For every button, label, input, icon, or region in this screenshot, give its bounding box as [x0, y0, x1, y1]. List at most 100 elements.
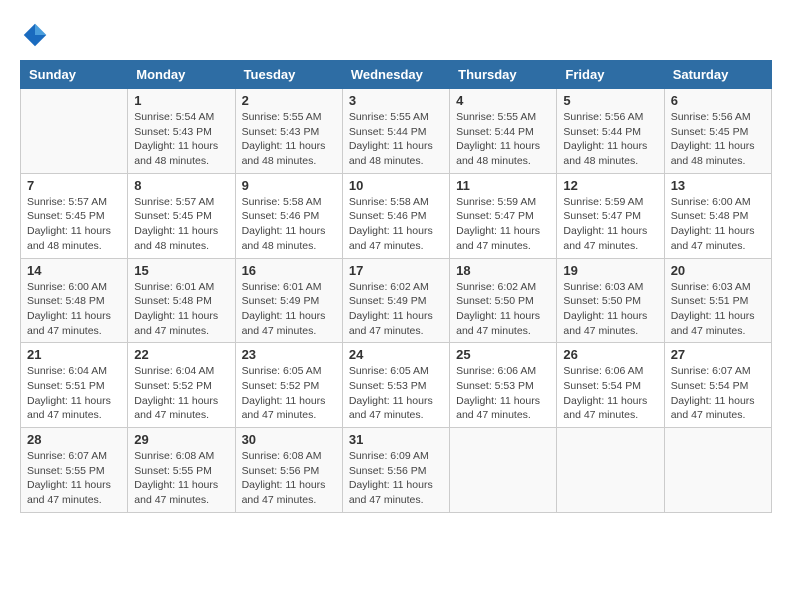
- calendar-cell: 22 Sunrise: 6:04 AM Sunset: 5:52 PM Dayli…: [128, 343, 235, 428]
- day-number: 3: [349, 93, 443, 108]
- calendar-cell: 31Sunrise: 6:09 AM Sunset: 5:56 PM Dayli…: [342, 428, 449, 513]
- day-number: 12: [563, 178, 657, 193]
- day-number: 31: [349, 432, 443, 447]
- day-number: 5: [563, 93, 657, 108]
- day-number: 17: [349, 263, 443, 278]
- day-number: 15: [134, 263, 228, 278]
- calendar-cell: 24Sunrise: 6:05 AM Sunset: 5:53 PM Dayli…: [342, 343, 449, 428]
- calendar-cell: 7 Sunrise: 5:57 AM Sunset: 5:45 PM Daylig…: [21, 173, 128, 258]
- day-info: Sunrise: 5:59 AM Sunset: 5:47 PM Dayligh…: [456, 195, 550, 254]
- day-number: 14: [27, 263, 121, 278]
- day-number: 2: [242, 93, 336, 108]
- calendar-cell: 8 Sunrise: 5:57 AM Sunset: 5:45 PM Daylig…: [128, 173, 235, 258]
- calendar-cell: 19 Sunrise: 6:03 AM Sunset: 5:50 PM Dayli…: [557, 258, 664, 343]
- day-info: Sunrise: 6:05 AM Sunset: 5:52 PM Dayligh…: [242, 364, 336, 423]
- calendar-cell: 26 Sunrise: 6:06 AM Sunset: 5:54 PM Dayli…: [557, 343, 664, 428]
- logo: [20, 20, 54, 50]
- calendar-cell: [664, 428, 771, 513]
- day-info: Sunrise: 5:55 AM Sunset: 5:43 PM Dayligh…: [242, 110, 336, 169]
- day-number: 19: [563, 263, 657, 278]
- day-header: Sunday: [21, 61, 128, 89]
- day-info: Sunrise: 6:04 AM Sunset: 5:51 PM Dayligh…: [27, 364, 121, 423]
- day-info: Sunrise: 6:01 AM Sunset: 5:49 PM Dayligh…: [242, 280, 336, 339]
- day-number: 24: [349, 347, 443, 362]
- calendar-cell: 29 Sunrise: 6:08 AM Sunset: 5:55 PM Dayli…: [128, 428, 235, 513]
- calendar-cell: 6 Sunrise: 5:56 AM Sunset: 5:45 PM Daylig…: [664, 89, 771, 174]
- day-info: Sunrise: 5:57 AM Sunset: 5:45 PM Dayligh…: [27, 195, 121, 254]
- day-info: Sunrise: 6:08 AM Sunset: 5:55 PM Dayligh…: [134, 449, 228, 508]
- day-number: 7: [27, 178, 121, 193]
- calendar-cell: 21 Sunrise: 6:04 AM Sunset: 5:51 PM Dayli…: [21, 343, 128, 428]
- day-info: Sunrise: 6:03 AM Sunset: 5:50 PM Dayligh…: [563, 280, 657, 339]
- calendar-cell: 30 Sunrise: 6:08 AM Sunset: 5:56 PM Dayli…: [235, 428, 342, 513]
- day-number: 29: [134, 432, 228, 447]
- day-number: 21: [27, 347, 121, 362]
- day-info: Sunrise: 6:06 AM Sunset: 5:54 PM Dayligh…: [563, 364, 657, 423]
- calendar-cell: 20Sunrise: 6:03 AM Sunset: 5:51 PM Dayli…: [664, 258, 771, 343]
- day-number: 22: [134, 347, 228, 362]
- day-header: Tuesday: [235, 61, 342, 89]
- page-header: [20, 20, 772, 50]
- calendar-cell: 18 Sunrise: 6:02 AM Sunset: 5:50 PM Dayli…: [450, 258, 557, 343]
- day-header: Saturday: [664, 61, 771, 89]
- calendar-week-row: 28 Sunrise: 6:07 AM Sunset: 5:55 PM Dayli…: [21, 428, 772, 513]
- day-info: Sunrise: 6:07 AM Sunset: 5:55 PM Dayligh…: [27, 449, 121, 508]
- day-number: 9: [242, 178, 336, 193]
- day-info: Sunrise: 6:04 AM Sunset: 5:52 PM Dayligh…: [134, 364, 228, 423]
- calendar-cell: [557, 428, 664, 513]
- day-info: Sunrise: 6:08 AM Sunset: 5:56 PM Dayligh…: [242, 449, 336, 508]
- day-info: Sunrise: 5:56 AM Sunset: 5:44 PM Dayligh…: [563, 110, 657, 169]
- day-number: 10: [349, 178, 443, 193]
- day-number: 18: [456, 263, 550, 278]
- calendar-cell: [21, 89, 128, 174]
- day-info: Sunrise: 6:00 AM Sunset: 5:48 PM Dayligh…: [671, 195, 765, 254]
- day-info: Sunrise: 6:02 AM Sunset: 5:49 PM Dayligh…: [349, 280, 443, 339]
- day-number: 1: [134, 93, 228, 108]
- calendar-cell: 3 Sunrise: 5:55 AM Sunset: 5:44 PM Daylig…: [342, 89, 449, 174]
- day-header: Monday: [128, 61, 235, 89]
- day-header: Thursday: [450, 61, 557, 89]
- day-number: 4: [456, 93, 550, 108]
- calendar-cell: 14 Sunrise: 6:00 AM Sunset: 5:48 PM Dayli…: [21, 258, 128, 343]
- day-number: 23: [242, 347, 336, 362]
- day-info: Sunrise: 5:56 AM Sunset: 5:45 PM Dayligh…: [671, 110, 765, 169]
- calendar-cell: 23 Sunrise: 6:05 AM Sunset: 5:52 PM Dayli…: [235, 343, 342, 428]
- calendar-table: SundayMondayTuesdayWednesdayThursdayFrid…: [20, 60, 772, 513]
- day-info: Sunrise: 5:57 AM Sunset: 5:45 PM Dayligh…: [134, 195, 228, 254]
- day-info: Sunrise: 6:00 AM Sunset: 5:48 PM Dayligh…: [27, 280, 121, 339]
- calendar-cell: 4 Sunrise: 5:55 AM Sunset: 5:44 PM Daylig…: [450, 89, 557, 174]
- calendar-header: SundayMondayTuesdayWednesdayThursdayFrid…: [21, 61, 772, 89]
- day-info: Sunrise: 5:55 AM Sunset: 5:44 PM Dayligh…: [349, 110, 443, 169]
- calendar-cell: 10Sunrise: 5:58 AM Sunset: 5:46 PM Dayli…: [342, 173, 449, 258]
- day-number: 28: [27, 432, 121, 447]
- day-number: 20: [671, 263, 765, 278]
- day-number: 16: [242, 263, 336, 278]
- day-info: Sunrise: 6:01 AM Sunset: 5:48 PM Dayligh…: [134, 280, 228, 339]
- calendar-cell: 28 Sunrise: 6:07 AM Sunset: 5:55 PM Dayli…: [21, 428, 128, 513]
- day-number: 30: [242, 432, 336, 447]
- calendar-cell: 5 Sunrise: 5:56 AM Sunset: 5:44 PM Daylig…: [557, 89, 664, 174]
- calendar-week-row: 14 Sunrise: 6:00 AM Sunset: 5:48 PM Dayli…: [21, 258, 772, 343]
- calendar-cell: [450, 428, 557, 513]
- day-header: Wednesday: [342, 61, 449, 89]
- day-number: 26: [563, 347, 657, 362]
- day-info: Sunrise: 5:58 AM Sunset: 5:46 PM Dayligh…: [242, 195, 336, 254]
- day-number: 13: [671, 178, 765, 193]
- day-info: Sunrise: 6:06 AM Sunset: 5:53 PM Dayligh…: [456, 364, 550, 423]
- day-number: 25: [456, 347, 550, 362]
- day-header: Friday: [557, 61, 664, 89]
- calendar-cell: 15 Sunrise: 6:01 AM Sunset: 5:48 PM Dayli…: [128, 258, 235, 343]
- day-info: Sunrise: 5:55 AM Sunset: 5:44 PM Dayligh…: [456, 110, 550, 169]
- day-number: 8: [134, 178, 228, 193]
- day-number: 27: [671, 347, 765, 362]
- calendar-week-row: 7 Sunrise: 5:57 AM Sunset: 5:45 PM Daylig…: [21, 173, 772, 258]
- calendar-cell: 12 Sunrise: 5:59 AM Sunset: 5:47 PM Dayli…: [557, 173, 664, 258]
- day-number: 11: [456, 178, 550, 193]
- logo-icon: [20, 20, 50, 50]
- day-info: Sunrise: 6:02 AM Sunset: 5:50 PM Dayligh…: [456, 280, 550, 339]
- calendar-week-row: 21 Sunrise: 6:04 AM Sunset: 5:51 PM Dayli…: [21, 343, 772, 428]
- day-number: 6: [671, 93, 765, 108]
- day-info: Sunrise: 6:07 AM Sunset: 5:54 PM Dayligh…: [671, 364, 765, 423]
- day-info: Sunrise: 5:59 AM Sunset: 5:47 PM Dayligh…: [563, 195, 657, 254]
- calendar-cell: 25 Sunrise: 6:06 AM Sunset: 5:53 PM Dayli…: [450, 343, 557, 428]
